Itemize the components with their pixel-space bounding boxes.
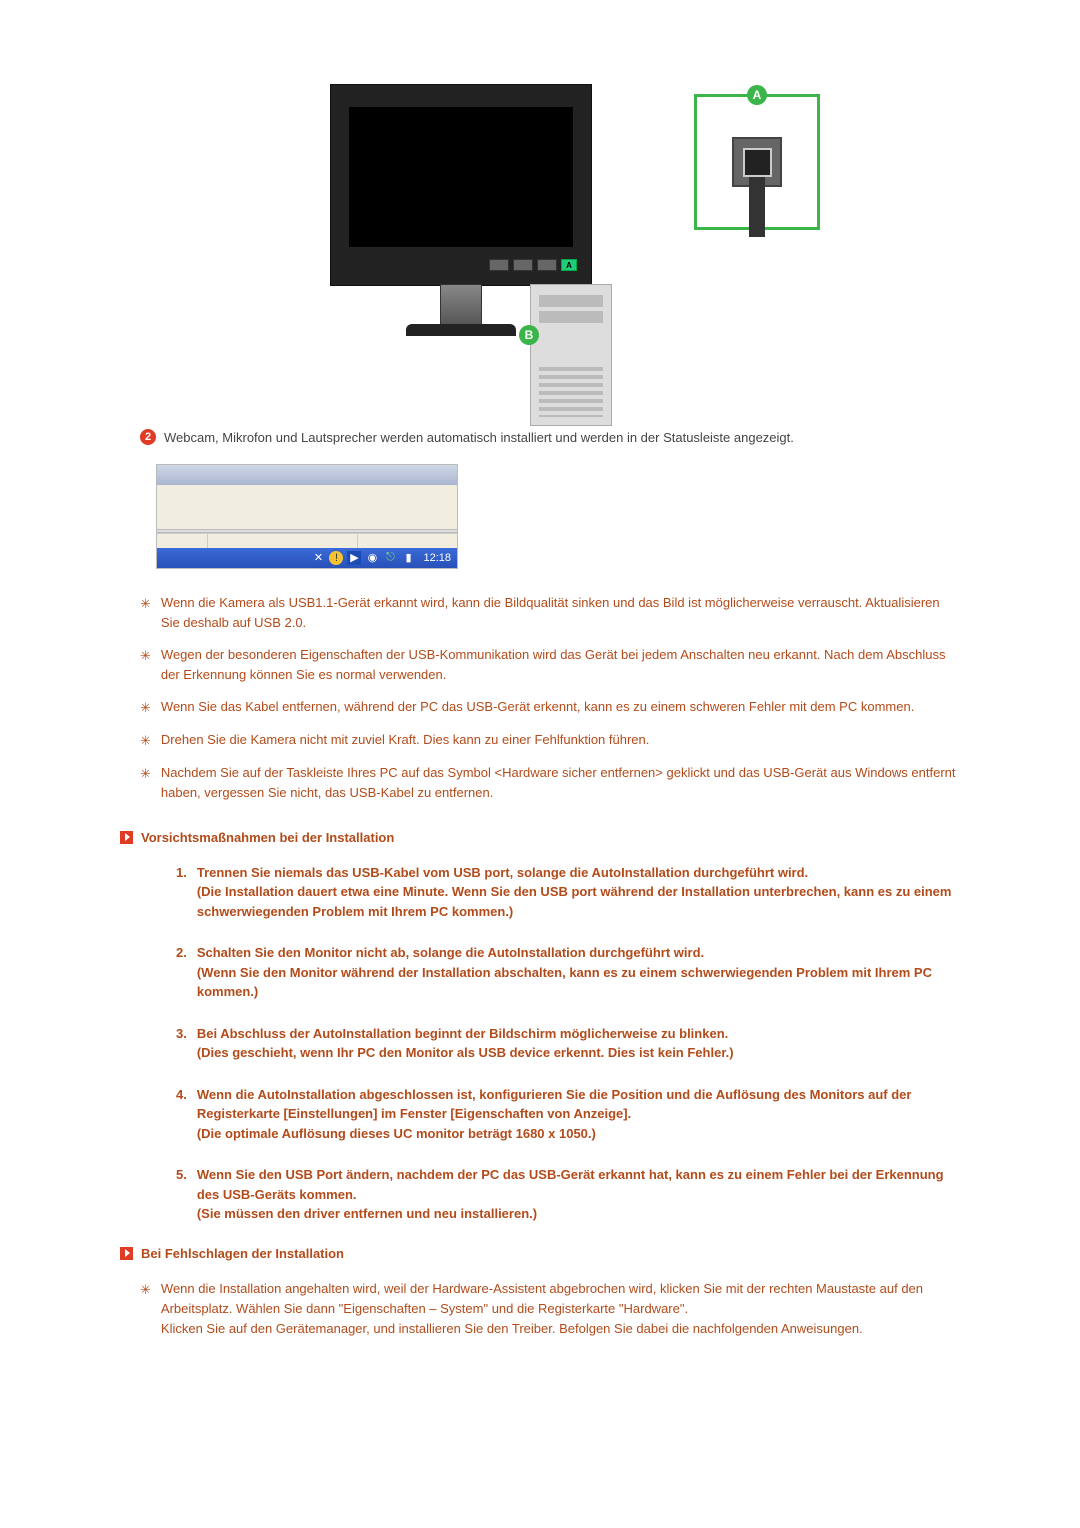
precaution-item: 3. Bei Abschluss der AutoInstallation be… [176,1024,956,1063]
tray-network-icon: ✕ [311,551,325,565]
taskbar-body-lower [157,533,457,548]
monitor-button-row: A [489,259,577,271]
precautions-list: 1. Trennen Sie niemals das USB-Kabel vom… [176,863,956,1224]
tray-usb-icon: ⎋ [383,551,397,565]
precaution-item: 2. Schalten Sie den Monitor nicht ab, so… [176,943,956,1002]
precaution-text: Schalten Sie den Monitor nicht ab, solan… [197,943,956,1002]
tray-volume-icon: ◉ [365,551,379,565]
monitor-button [537,259,557,271]
monitor-graphic: A [330,84,592,286]
taskbar-screenshot: ✕ ! ▶ ◉ ⎋ ▮ 12:18 [156,464,956,569]
tower-drive-slot [539,311,603,323]
system-tray: ✕ ! ▶ ◉ ⎋ ▮ 12:18 [157,548,457,568]
pc-tower-graphic: B [530,284,612,426]
monitor-stand-base [406,324,516,336]
snowflake-bullet-icon: ✳ [140,731,151,751]
precaution-number: 3. [176,1024,187,1063]
tower-vents [539,367,603,417]
monitor-button [489,259,509,271]
usage-notes-list: ✳ Wenn die Kamera als USB1.1-Gerät erkan… [140,593,956,804]
usage-note: ✳ Wegen der besonderen Eigenschaften der… [140,645,956,685]
usb-plug-icon [749,177,765,237]
usb-port-inner [743,148,772,177]
tray-clock: 12:18 [423,552,451,564]
precaution-text: Trennen Sie niemals das USB-Kabel vom US… [197,863,956,922]
tower-drive-slot [539,295,603,307]
monitor-stand-neck [440,284,482,326]
usb-callout-a: A [694,94,820,230]
fail-header: Bei Fehlschlagen der Installation [120,1246,956,1261]
play-bullet-icon [120,1247,133,1260]
snowflake-bullet-icon: ✳ [140,764,151,803]
snowflake-bullet-icon: ✳ [140,646,151,685]
usage-note-text: Wenn die Kamera als USB1.1-Gerät erkannt… [161,593,956,633]
connection-illustration: A A B [0,0,1080,428]
precaution-text: Bei Abschluss der AutoInstallation begin… [197,1024,956,1063]
precaution-text: Wenn Sie den USB Port ändern, nachdem de… [197,1165,956,1224]
usage-note: ✳ Drehen Sie die Kamera nicht mit zuviel… [140,730,956,751]
step-2-text: Webcam, Mikrofon und Lautsprecher werden… [164,428,794,448]
precautions-title: Vorsichtsmaßnahmen bei der Installation [141,830,394,845]
precautions-header: Vorsichtsmaßnahmen bei der Installation [120,830,956,845]
monitor-button [513,259,533,271]
precaution-number: 1. [176,863,187,922]
taskbar-body [157,485,457,529]
precaution-text: Wenn die AutoInstallation abgeschlossen … [197,1085,956,1144]
precaution-item: 1. Trennen Sie niemals das USB-Kabel vom… [176,863,956,922]
step-number-badge: 2 [140,429,156,445]
tray-play-icon: ▶ [347,551,361,565]
fail-title: Bei Fehlschlagen der Installation [141,1246,344,1261]
precaution-number: 2. [176,943,187,1002]
usage-note-text: Wenn Sie das Kabel entfernen, während de… [161,697,914,718]
fail-note-text: Wenn die Installation angehalten wird, w… [161,1279,956,1339]
snowflake-bullet-icon: ✳ [140,594,151,633]
snowflake-bullet-icon: ✳ [140,698,151,718]
monitor-usb-a-label: A [566,261,572,270]
precaution-number: 4. [176,1085,187,1144]
usage-note-text: Drehen Sie die Kamera nicht mit zuviel K… [161,730,649,751]
precaution-item: 4. Wenn die AutoInstallation abgeschloss… [176,1085,956,1144]
precaution-item: 5. Wenn Sie den USB Port ändern, nachdem… [176,1165,956,1224]
tray-device-icon: ▮ [401,551,415,565]
callout-label-b: B [519,325,539,345]
usage-note-text: Wegen der besonderen Eigenschaften der U… [161,645,956,685]
monitor-usb-label: A [561,259,577,271]
precaution-number: 5. [176,1165,187,1224]
play-bullet-icon [120,831,133,844]
usage-note: ✳ Wenn Sie das Kabel entfernen, während … [140,697,956,718]
callout-label-a: A [747,85,767,105]
snowflake-bullet-icon: ✳ [140,1280,151,1339]
usage-note: ✳ Wenn die Kamera als USB1.1-Gerät erkan… [140,593,956,633]
usage-note-text: Nachdem Sie auf der Taskleiste Ihres PC … [161,763,956,803]
step-2: 2 Webcam, Mikrofon und Lautsprecher werd… [140,428,956,448]
taskbar-titlebar [157,465,457,485]
fail-note: ✳ Wenn die Installation angehalten wird,… [140,1279,956,1339]
illustration-canvas: A A B [330,84,750,404]
monitor-screen [349,107,573,247]
usage-note: ✳ Nachdem Sie auf der Taskleiste Ihres P… [140,763,956,803]
tray-shield-icon: ! [329,551,343,565]
